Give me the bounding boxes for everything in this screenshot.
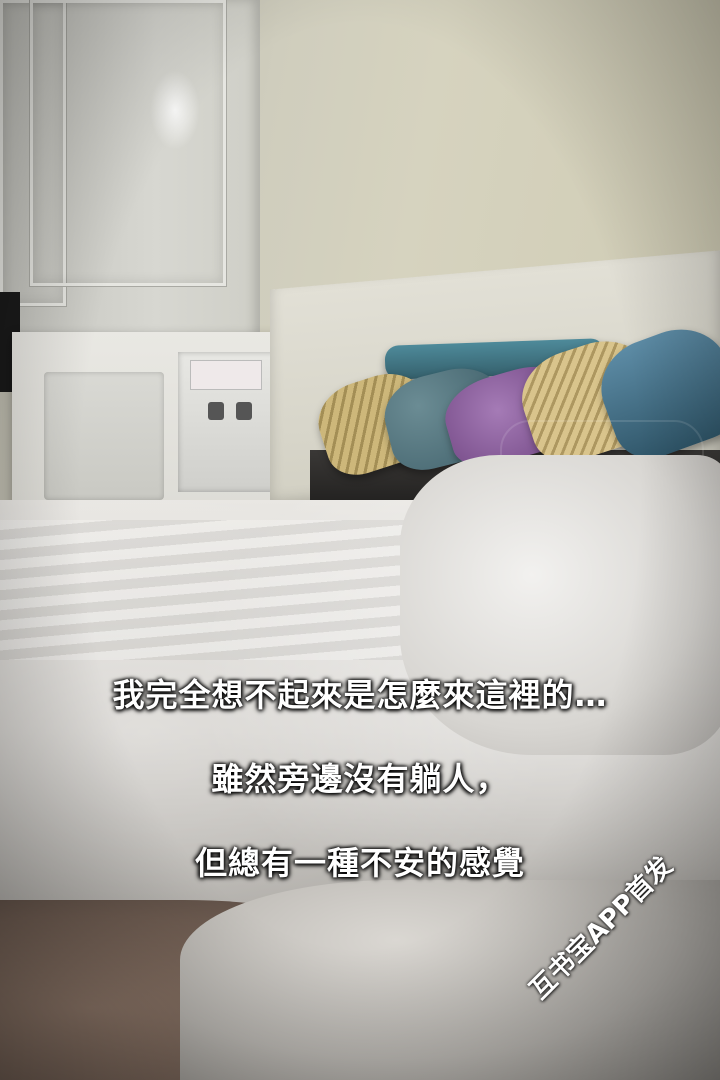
caption-line-3: 但總有一種不安的感覺 [194, 844, 525, 882]
caption-line-2: 雖然旁邊沒有躺人， [211, 760, 509, 798]
caption-line-1: 我完全想不起來是怎麼來這裡的… [112, 676, 608, 714]
